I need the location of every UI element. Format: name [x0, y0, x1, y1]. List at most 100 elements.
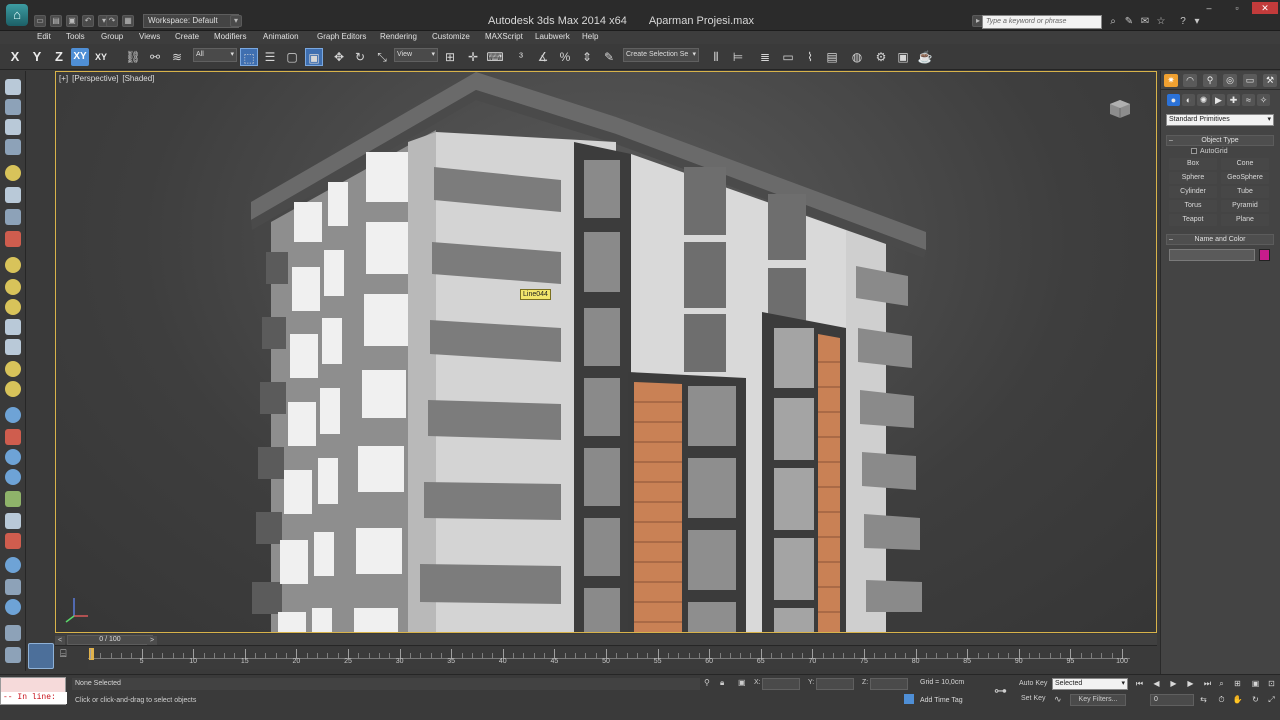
menu-graph-editors[interactable]: Graph Editors	[317, 32, 366, 41]
box-button[interactable]: Box	[1169, 158, 1217, 170]
spinner-snap-icon[interactable]: ⇕	[578, 48, 596, 66]
lights-category-icon[interactable]: ✺	[1197, 94, 1210, 106]
project-folder-icon[interactable]: ▦	[122, 15, 134, 27]
save-file-icon[interactable]: ▣	[66, 15, 78, 27]
teapot-object-icon[interactable]	[5, 279, 21, 295]
viewport-point-of-view-menu[interactable]: [Perspective]	[72, 74, 118, 83]
zoom-all-icon[interactable]: ⊞	[1232, 678, 1243, 689]
rectangular-selection-icon[interactable]: ▢	[283, 48, 301, 66]
play-icon[interactable]: ▶	[1168, 678, 1179, 689]
next-frame-icon[interactable]: ▶	[1185, 678, 1196, 689]
use-pivot-center-icon[interactable]: ⊞	[441, 48, 459, 66]
unlink-selection-icon[interactable]: ⚯	[146, 48, 164, 66]
orbit-icon[interactable]: ↻	[1250, 694, 1261, 705]
menu-help[interactable]: Help	[582, 32, 598, 41]
select-manipulate-icon[interactable]: ✛	[464, 48, 482, 66]
curve-editor-icon[interactable]: ⌇	[801, 48, 819, 66]
go-to-start-icon[interactable]: ⏮	[1134, 678, 1145, 689]
systems-category-icon[interactable]: ✧	[1257, 94, 1270, 106]
target-icon[interactable]	[5, 381, 21, 397]
schematic-view-icon[interactable]: ▤	[823, 48, 841, 66]
autogrid-box[interactable]	[1191, 148, 1197, 154]
align-icon[interactable]: ⊨	[729, 48, 747, 66]
spacewarps-category-icon[interactable]: ≈	[1242, 94, 1255, 106]
layer-icon[interactable]	[5, 99, 21, 115]
search-input[interactable]: Type a keyword or phrase	[982, 15, 1102, 29]
minimize-button[interactable]: –	[1196, 2, 1222, 14]
display-tab-icon[interactable]: ▭	[1243, 74, 1257, 87]
auto-key-button[interactable]: Auto Key	[1019, 680, 1047, 687]
window-crossing-icon[interactable]: ▣	[305, 48, 323, 66]
zoom-extents-all-icon[interactable]: ⊡	[1266, 678, 1277, 689]
close-button[interactable]: ✕	[1252, 2, 1278, 14]
isolate-selection-icon[interactable]: ⚲	[704, 678, 710, 687]
edit-named-selection-icon[interactable]: ✎	[600, 48, 618, 66]
name-and-color-rollout[interactable]: Name and Color	[1166, 234, 1274, 245]
grid-icon[interactable]	[5, 139, 21, 155]
maximize-viewport-icon[interactable]: ⤢	[1266, 694, 1277, 705]
cone-object-icon[interactable]	[5, 339, 21, 355]
script-icon[interactable]	[5, 625, 21, 641]
network-icon[interactable]	[5, 599, 21, 615]
box-object-icon[interactable]	[5, 257, 21, 273]
rendered-frame-window-icon[interactable]: ▣	[894, 48, 912, 66]
menu-create[interactable]: Create	[175, 32, 199, 41]
audio-icon[interactable]	[5, 209, 21, 225]
select-and-scale-icon[interactable]: ⤡	[373, 48, 391, 66]
absolute-mode-icon[interactable]: ▣	[738, 678, 746, 687]
geometry-category-icon[interactable]: ●	[1167, 94, 1180, 106]
paint-icon[interactable]	[5, 429, 21, 445]
render-production-icon[interactable]: ☕	[916, 48, 934, 66]
create-tab-icon[interactable]: ✷	[1164, 74, 1178, 87]
set-key-mode-icon[interactable]: ⊶	[994, 683, 1007, 699]
viewport-general-menu[interactable]: [+]	[59, 74, 68, 83]
menu-laubwerk[interactable]: Laubwerk	[535, 32, 570, 41]
binoculars-icon[interactable]: ⌕	[1106, 15, 1120, 29]
cameras-category-icon[interactable]: ▶	[1212, 94, 1225, 106]
mini-curve-editor-toggle[interactable]	[28, 643, 54, 669]
object-type-rollout[interactable]: Object Type	[1166, 135, 1274, 146]
globe-icon[interactable]	[5, 469, 21, 485]
help-dropdown-icon[interactable]: ▾	[1190, 15, 1204, 29]
key-mode-dropdown[interactable]: Selected	[1052, 678, 1128, 690]
new-scene-icon[interactable]: ▭	[34, 15, 46, 27]
axis-y-button[interactable]: Y	[28, 48, 46, 66]
time-slider[interactable]: < 0 / 100 >	[55, 634, 1157, 646]
menu-animation[interactable]: Animation	[263, 32, 299, 41]
percent-snap-icon[interactable]: %	[556, 48, 574, 66]
subscription-icon[interactable]: ✎	[1122, 15, 1136, 29]
angle-snap-icon[interactable]: ∡	[534, 48, 552, 66]
object-color-swatch[interactable]	[1259, 249, 1270, 261]
select-and-move-icon[interactable]: ✥	[330, 48, 348, 66]
time-slider-handle[interactable]: 0 / 100	[67, 635, 153, 645]
time-configuration-icon[interactable]: ⏱	[1216, 694, 1227, 705]
pan-view-icon[interactable]: ✋	[1232, 694, 1243, 705]
previous-frame-icon[interactable]: ◀	[1151, 678, 1162, 689]
zoom-icon[interactable]: ⌕	[1216, 678, 1227, 689]
y-coord-field[interactable]	[816, 678, 854, 690]
menu-views[interactable]: Views	[139, 32, 160, 41]
cone-button[interactable]: Cone	[1221, 158, 1269, 170]
go-to-end-icon[interactable]: ⏭	[1202, 678, 1213, 689]
scene-explorer-icon[interactable]	[5, 119, 21, 135]
viewport-eye-icon[interactable]	[5, 79, 21, 95]
x-coord-field[interactable]	[762, 678, 800, 690]
character-icon[interactable]	[5, 533, 21, 549]
menu-maxscript[interactable]: MAXScript	[485, 32, 523, 41]
app-logo-icon[interactable]: ⌂	[6, 4, 28, 26]
motion-tab-icon[interactable]: ◎	[1223, 74, 1237, 87]
hierarchy-tab-icon[interactable]: ⚲	[1203, 74, 1217, 87]
tube-button[interactable]: Tube	[1221, 186, 1269, 198]
select-by-name-icon[interactable]: ☰	[261, 48, 279, 66]
sphere-object-icon[interactable]	[5, 299, 21, 315]
help-icon[interactable]: ?	[1176, 15, 1190, 29]
time-slider-prev-button[interactable]: <	[55, 636, 65, 645]
menu-modifiers[interactable]: Modifiers	[214, 32, 246, 41]
workspace-selector[interactable]: Workspace: Default	[143, 14, 239, 28]
mirror-icon[interactable]: ⫴	[707, 48, 725, 66]
viewcube-icon[interactable]	[1108, 98, 1132, 118]
key-filters-button[interactable]: Key Filters...	[1070, 694, 1126, 706]
particles-icon[interactable]	[5, 407, 21, 423]
menu-tools[interactable]: Tools	[66, 32, 85, 41]
z-coord-field[interactable]	[870, 678, 908, 690]
